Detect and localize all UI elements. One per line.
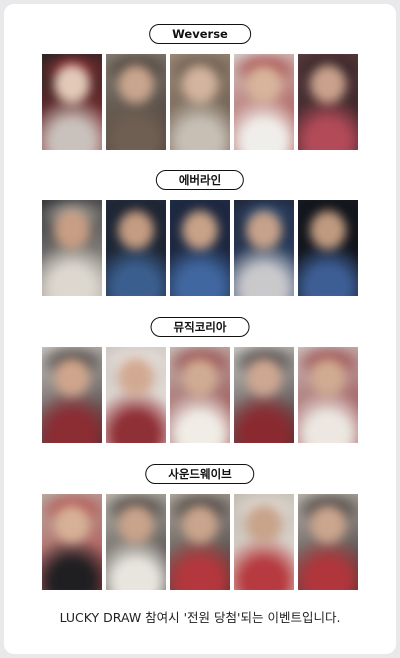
section-label: 사운드웨이브 [145,464,255,484]
section-label: Weverse [149,24,251,44]
photocard-image [234,494,294,590]
photo-row [42,200,358,296]
photocard-image [170,54,230,150]
photocard-image [234,347,294,443]
photocard-image [42,347,102,443]
photocard-image [170,494,230,590]
photo-row [42,54,358,150]
photocard-image [106,347,166,443]
photocard-image [170,347,230,443]
photocard-image [298,347,358,443]
photocard-image [42,54,102,150]
event-card: Weverse 에버라인 뮤직코리아 사운드웨이브 LUCKY DRAW 참여시… [4,4,396,654]
photocard-image [170,200,230,296]
event-notice: LUCKY DRAW 참여시 '전원 당첨'되는 이벤트입니다. [59,610,341,625]
photocard-image [106,200,166,296]
section-label: 에버라인 [155,170,245,190]
photocard-image [42,494,102,590]
photocard-image [234,54,294,150]
section-label: 뮤직코리아 [150,317,250,337]
photocard-image [298,494,358,590]
photo-row [42,347,358,443]
photocard-image [298,54,358,150]
photocard-image [42,200,102,296]
photocard-image [106,494,166,590]
photo-row [42,494,358,590]
photocard-image [234,200,294,296]
photocard-image [106,54,166,150]
photocard-image [298,200,358,296]
